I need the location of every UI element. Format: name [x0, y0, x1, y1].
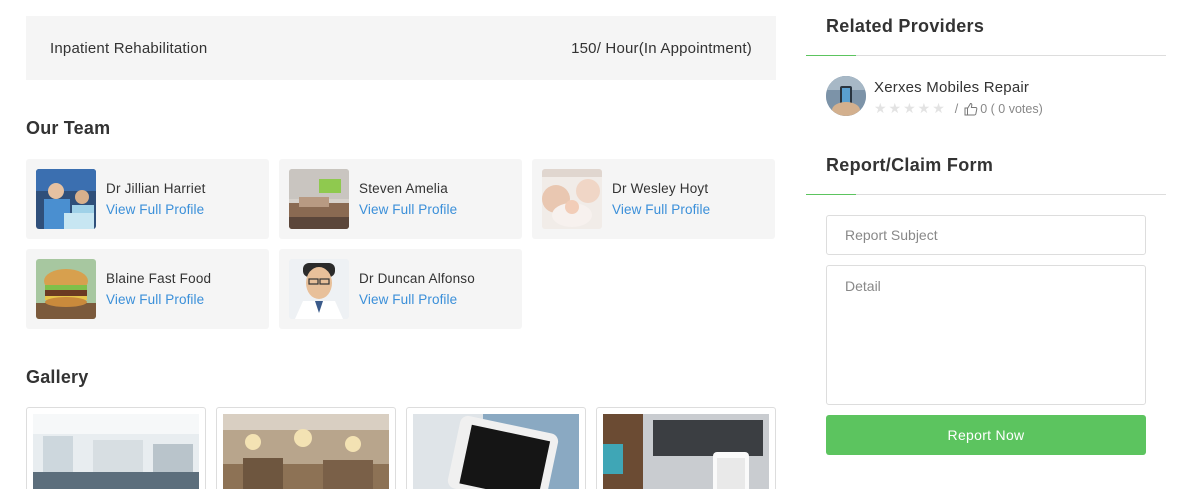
gallery-image [603, 414, 769, 489]
team-title: Our Team [26, 118, 111, 138]
team-member-name: Dr Jillian Harriet [106, 181, 206, 196]
rating-separator: / [954, 101, 959, 116]
report-subject-input[interactable] [826, 215, 1146, 255]
gallery-item[interactable] [26, 407, 206, 489]
view-profile-link[interactable]: View Full Profile [359, 202, 457, 217]
related-providers-title: Related Providers [826, 16, 985, 36]
team-photo[interactable] [542, 169, 602, 229]
team-card: Steven Amelia View Full Profile [279, 159, 522, 239]
detail-textarea[interactable] [826, 265, 1146, 405]
team-member-name: Steven Amelia [359, 181, 448, 196]
provider-avatar[interactable] [826, 76, 866, 116]
team-member-name: Blaine Fast Food [106, 271, 212, 286]
section-divider [806, 194, 1166, 195]
gallery-image [33, 414, 199, 489]
thumbs-up-icon[interactable] [964, 102, 978, 116]
team-member-name: Dr Duncan Alfonso [359, 271, 475, 286]
service-price: 150/ Hour(In Appointment) [571, 39, 752, 57]
gallery-item[interactable] [596, 407, 776, 489]
team-card: Blaine Fast Food View Full Profile [26, 249, 269, 329]
team-photo[interactable] [36, 169, 96, 229]
team-card: Dr Jillian Harriet View Full Profile [26, 159, 269, 239]
gallery-item[interactable] [406, 407, 586, 489]
team-card: Dr Duncan Alfonso View Full Profile [279, 249, 522, 329]
gallery-title: Gallery [26, 367, 89, 387]
provider-rating: ★★★★★ / 0 ( 0 votes) [874, 100, 1043, 117]
section-divider [806, 55, 1166, 56]
view-profile-link[interactable]: View Full Profile [359, 292, 475, 307]
rating-stars[interactable]: ★★★★★ [874, 100, 947, 117]
view-profile-link[interactable]: View Full Profile [106, 292, 211, 307]
team-photo[interactable] [289, 169, 349, 229]
view-profile-link[interactable]: View Full Profile [106, 202, 206, 217]
team-photo[interactable] [289, 259, 349, 319]
gallery-image [413, 414, 579, 489]
view-profile-link[interactable]: View Full Profile [612, 202, 710, 217]
report-now-button[interactable]: Report Now [826, 415, 1146, 455]
report-form-title: Report/Claim Form [826, 155, 994, 175]
team-photo[interactable] [36, 259, 96, 319]
gallery-image [223, 414, 389, 489]
team-member-name: Dr Wesley Hoyt [612, 181, 709, 196]
gallery-item[interactable] [216, 407, 396, 489]
service-row: Inpatient Rehabilitation 150/ Hour(In Ap… [26, 16, 776, 80]
vote-count: 0 ( 0 votes) [980, 101, 1043, 116]
team-card: Dr Wesley Hoyt View Full Profile [532, 159, 775, 239]
service-name: Inpatient Rehabilitation [50, 39, 208, 57]
provider-name-link[interactable]: Xerxes Mobiles Repair [874, 79, 1029, 96]
